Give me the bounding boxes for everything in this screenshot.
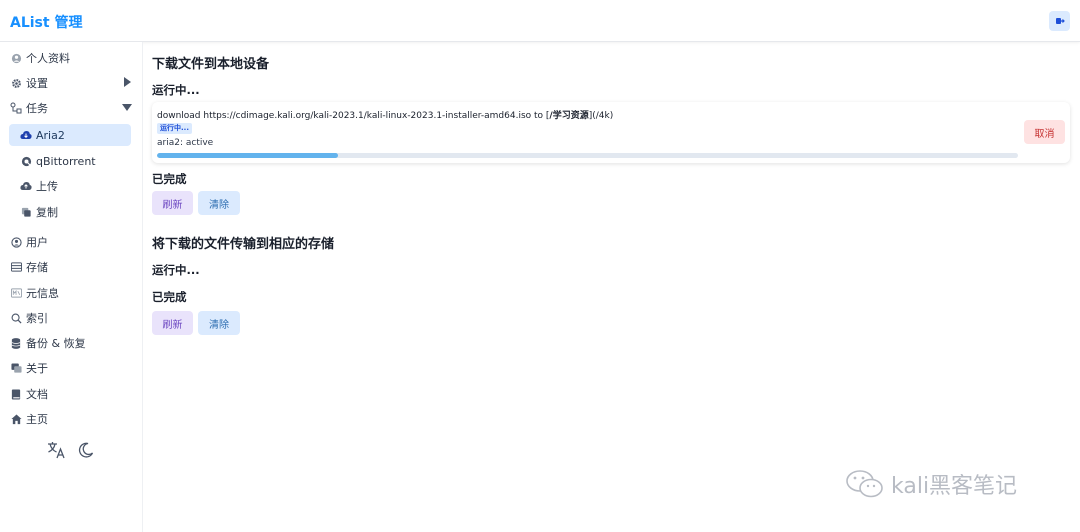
sidebar-item-profile[interactable]: 个人资料 [0, 47, 143, 69]
wechat-icon [846, 470, 883, 498]
sidebar-item-label: 备份 & 恢复 [26, 337, 86, 350]
meta-icon [9, 286, 23, 300]
running-heading-transfer: 运行中... [152, 263, 200, 277]
running-heading: 运行中... [152, 83, 200, 97]
user-icon [9, 235, 23, 249]
search-icon [9, 311, 23, 325]
progress-fill [157, 153, 338, 158]
sidebar-item-backup-restore[interactable]: 备份 & 恢复 [0, 332, 143, 354]
cancel-button[interactable]: 取消 [1024, 120, 1065, 144]
logout-icon [1055, 18, 1065, 24]
sidebar-item-label: 用户 [26, 236, 48, 249]
sidebar-item-about[interactable]: 关于 [0, 357, 143, 379]
watermark: kali黑客笔记 [845, 466, 1017, 502]
sidebar-item-label: Aria2 [36, 128, 65, 142]
sidebar-item-label: 复制 [36, 206, 58, 219]
sidebar-item-label: 文档 [26, 388, 48, 401]
sidebar-item-metas[interactable]: 元信息 [0, 282, 143, 304]
sidebar-item-label: 设置 [26, 77, 48, 90]
sidebar-item-label: qBittorrent [36, 154, 96, 168]
watermark-text: kali黑客笔记 [891, 474, 1018, 499]
chevron-down-icon [122, 102, 132, 112]
copy-icon [19, 205, 33, 219]
app-title[interactable]: AList 管理 [10, 12, 82, 32]
translate-icon [47, 442, 65, 459]
sidebar-item-label: 索引 [26, 312, 48, 325]
transfer-section-title: 将下载的文件传输到相应的存储 [152, 237, 335, 252]
clear-button[interactable]: 清除 [198, 191, 240, 215]
sidebar-item-users[interactable]: 用户 [0, 231, 143, 253]
sidebar-item-label: 主页 [26, 413, 48, 426]
theme-toggle-button[interactable] [76, 440, 96, 460]
sidebar-item-aria2[interactable]: Aria2 [9, 124, 131, 146]
sidebar-item-qbittorrent[interactable]: qBittorrent [0, 150, 143, 172]
sidebar-item-upload[interactable]: 上传 [0, 175, 143, 197]
gear-icon [9, 76, 23, 90]
sidebar-item-label: 上传 [36, 180, 58, 193]
download-section-title: 下载文件到本地设备 [152, 57, 270, 72]
refresh-button[interactable]: 刷新 [152, 191, 193, 215]
cloud-upload-icon [19, 179, 33, 193]
storage-icon [9, 260, 23, 274]
sidebar-tools [46, 440, 106, 462]
completed-heading-transfer: 已完成 [152, 290, 187, 304]
cloud-download-icon [19, 128, 33, 142]
progress-bar [157, 153, 1018, 158]
chat-bubble-icon [9, 361, 23, 375]
task-status: aria2: active [157, 138, 214, 148]
home-icon [9, 412, 23, 426]
sidebar-item-label: 个人资料 [26, 52, 70, 65]
sidebar-item-label: 存储 [26, 261, 48, 274]
task-name: download https://cdimage.kali.org/kali-2… [157, 111, 614, 121]
logout-button[interactable] [1049, 11, 1070, 31]
top-header: AList 管理 [0, 0, 1080, 42]
refresh-button-transfer[interactable]: 刷新 [152, 311, 193, 335]
sidebar-item-indexes[interactable]: 索引 [0, 307, 143, 329]
sidebar-item-copy[interactable]: 复制 [0, 201, 143, 223]
status-badge: 运行中... [157, 123, 192, 134]
sidebar-item-label: 元信息 [26, 287, 59, 300]
chevron-right-icon [122, 77, 132, 87]
qbittorrent-icon [19, 154, 33, 168]
task-tree-icon [9, 101, 23, 115]
sidebar: 个人资料 设置 任务 Aria2 qBittorrent 上传 复制 用户 存储… [0, 42, 143, 532]
database-icon [9, 336, 23, 350]
sidebar-item-home[interactable]: 主页 [0, 408, 143, 430]
sidebar-item-settings[interactable]: 设置 [0, 72, 143, 94]
sidebar-item-tasks[interactable]: 任务 [0, 97, 143, 119]
task-card: download https://cdimage.kali.org/kali-2… [152, 102, 1070, 163]
sidebar-item-docs[interactable]: 文档 [0, 383, 143, 405]
language-switch-button[interactable] [46, 440, 66, 460]
sidebar-item-label: 关于 [26, 362, 48, 375]
completed-heading: 已完成 [152, 172, 187, 186]
user-circle-icon [9, 51, 23, 65]
moon-icon [78, 442, 94, 458]
sidebar-item-storage[interactable]: 存储 [0, 256, 143, 278]
sidebar-item-label: 任务 [26, 102, 48, 115]
book-icon [9, 387, 23, 401]
clear-button-transfer[interactable]: 清除 [198, 311, 240, 335]
